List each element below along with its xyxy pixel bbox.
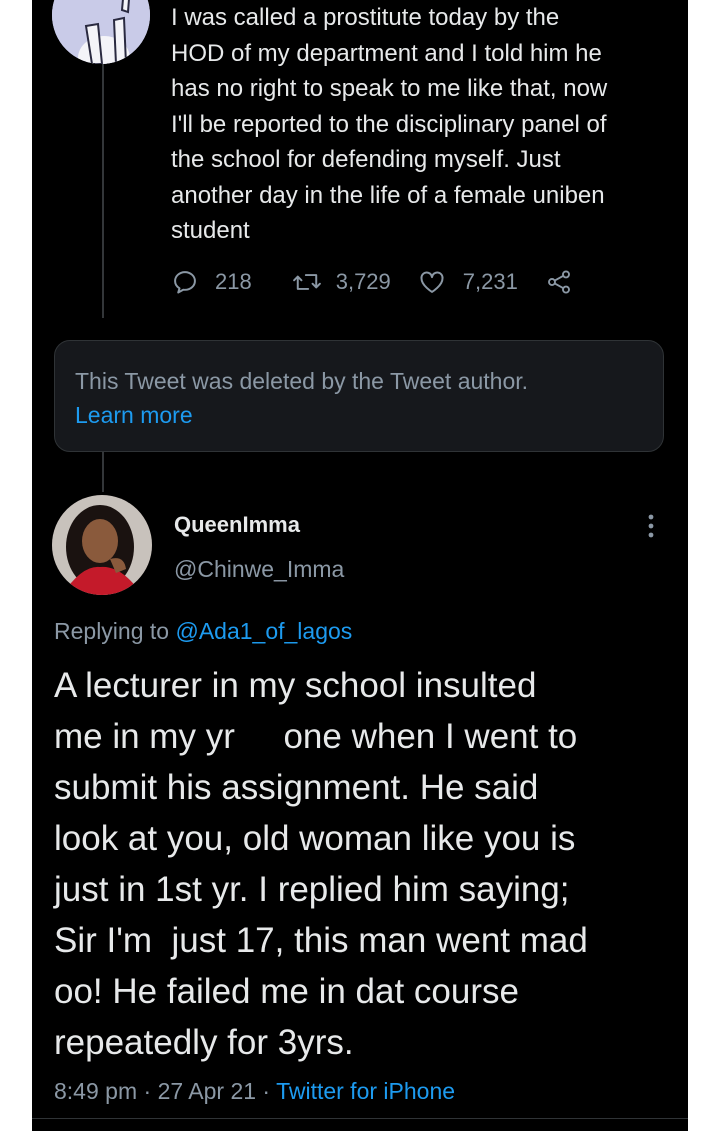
tweet-client-link[interactable]: Twitter for iPhone: [276, 1078, 455, 1104]
avatar-illustration-icon: [52, 0, 150, 64]
deleted-notice-text: This Tweet was deleted by the Tweet auth…: [75, 368, 529, 394]
display-name[interactable]: QueenImma: [174, 512, 300, 538]
user-handle[interactable]: @Chinwe_Imma: [174, 556, 344, 583]
thread-line-top: [102, 60, 104, 318]
share-action[interactable]: [544, 268, 574, 296]
avatar-queenimma[interactable]: [52, 495, 152, 595]
twitter-thread-screen: I was called a prostitute today by the H…: [32, 0, 688, 1131]
like-action[interactable]: 7,231: [417, 268, 518, 296]
profile-photo-icon: [52, 495, 152, 595]
like-count: 7,231: [462, 269, 518, 294]
tweet-top-text: I was called a prostitute today by the H…: [171, 4, 608, 244]
retweet-action[interactable]: 3,729: [292, 268, 391, 296]
reply-icon: [174, 271, 196, 294]
learn-more-link[interactable]: Learn more: [75, 398, 643, 432]
tweet-date: 27 Apr 21: [157, 1078, 257, 1104]
meta-separator-1: ·: [137, 1078, 158, 1104]
like-icon: [420, 271, 444, 293]
retweet-count: 3,729: [335, 269, 391, 294]
more-options-icon[interactable]: [644, 512, 658, 540]
replying-prefix: Replying to: [54, 618, 176, 644]
tweet-meta: 8:49 pm · 27 Apr 21 · Twitter for iPhone: [54, 1078, 455, 1105]
divider: [32, 1118, 688, 1119]
tweet-time: 8:49 pm: [54, 1078, 138, 1104]
reply-count: 218: [215, 269, 252, 294]
deleted-tweet-notice: This Tweet was deleted by the Tweet auth…: [54, 340, 664, 452]
avatar-top[interactable]: [52, 0, 150, 64]
retweet-icon: [292, 274, 321, 290]
reply-action[interactable]: 218: [171, 268, 252, 296]
replying-to: Replying to @Ada1_of_lagos: [54, 618, 352, 645]
replying-mention-link[interactable]: @Ada1_of_lagos: [175, 618, 352, 644]
share-icon: [547, 270, 570, 294]
meta-separator-2: ·: [256, 1078, 277, 1104]
tweet-actions: 218 3,729 7,231: [171, 262, 574, 302]
thread-line-mid: [102, 452, 104, 492]
reply-tweet-text: A lecturer in my school insulted me in m…: [54, 666, 588, 1062]
